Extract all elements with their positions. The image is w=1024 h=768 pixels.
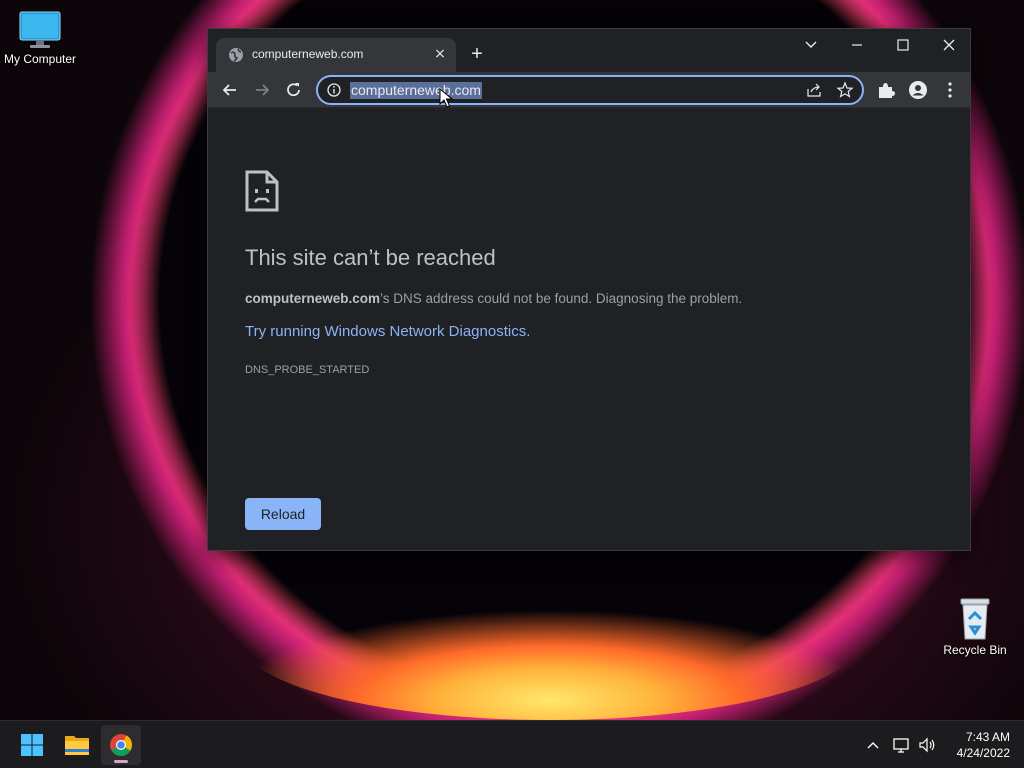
chrome-icon xyxy=(110,734,132,756)
browser-toolbar: computerneweb.com xyxy=(208,72,970,108)
active-app-indicator xyxy=(114,760,128,763)
error-title: This site can’t be reached xyxy=(245,245,496,270)
network-icon[interactable] xyxy=(891,735,911,755)
tab-close-icon[interactable]: × xyxy=(432,46,448,62)
clock-time: 7:43 AM xyxy=(965,730,1010,744)
error-code: DNS_PROBE_STARTED xyxy=(245,364,370,376)
taskbar: 7:43 AM 4/24/2022 xyxy=(0,720,1024,768)
reload-icon[interactable] xyxy=(282,79,306,101)
globe-icon xyxy=(229,48,243,62)
monitor-icon xyxy=(19,11,61,48)
wallpaper-glow xyxy=(240,560,860,720)
new-tab-button[interactable]: + xyxy=(466,43,488,65)
extensions-puzzle-icon[interactable] xyxy=(874,79,898,101)
share-icon[interactable] xyxy=(806,82,822,98)
error-domain: computerneweb.com xyxy=(245,291,381,306)
mouse-cursor-icon xyxy=(439,88,453,108)
start-button[interactable] xyxy=(12,725,52,765)
back-arrow-icon[interactable] xyxy=(218,79,242,101)
browser-window: computerneweb.com × + computerneweb.com … xyxy=(207,28,971,551)
maximize-icon[interactable] xyxy=(888,35,918,55)
profile-avatar-icon[interactable] xyxy=(906,79,930,101)
desktop-icon-recycle-bin[interactable]: Recycle Bin xyxy=(935,597,1015,657)
taskbar-chrome[interactable] xyxy=(101,725,141,765)
tab-strip: computerneweb.com × + xyxy=(208,29,970,72)
desktop-icon-label: My Computer xyxy=(3,52,77,66)
network-diagnostics-link[interactable]: Try running Windows Network Diagnostics. xyxy=(245,323,530,340)
info-icon[interactable] xyxy=(326,82,342,98)
chevron-up-icon[interactable] xyxy=(863,735,883,755)
clock-date: 4/24/2022 xyxy=(956,746,1010,760)
desktop-icon-my-computer[interactable]: My Computer xyxy=(0,10,80,66)
minimize-icon[interactable] xyxy=(842,35,872,55)
close-window-icon[interactable] xyxy=(934,35,964,55)
error-message: computerneweb.com’s DNS address could no… xyxy=(245,291,742,306)
file-explorer-icon xyxy=(65,736,89,755)
taskbar-file-explorer[interactable] xyxy=(57,725,97,765)
taskbar-clock[interactable]: 7:43 AM 4/24/2022 xyxy=(940,729,1010,761)
desktop-icon-label: Recycle Bin xyxy=(943,643,1007,657)
volume-icon[interactable] xyxy=(917,735,937,755)
forward-arrow-icon[interactable] xyxy=(250,79,274,101)
sad-page-icon xyxy=(245,170,279,212)
bookmark-star-icon[interactable] xyxy=(836,81,854,99)
reload-button[interactable]: Reload xyxy=(245,498,321,530)
tab-active[interactable]: computerneweb.com × xyxy=(216,38,456,72)
tab-title: computerneweb.com xyxy=(252,47,364,61)
address-bar-url[interactable]: computerneweb.com xyxy=(350,82,482,99)
recycle-bin-icon xyxy=(960,598,990,640)
more-menu-icon[interactable] xyxy=(938,79,962,101)
address-bar[interactable]: computerneweb.com xyxy=(316,75,864,105)
windows-start-icon xyxy=(21,734,43,756)
error-message-text: ’s DNS address could not be found. Diagn… xyxy=(380,291,743,306)
error-page: This site can’t be reached computerneweb… xyxy=(208,109,970,550)
tab-search-icon[interactable] xyxy=(796,35,826,55)
